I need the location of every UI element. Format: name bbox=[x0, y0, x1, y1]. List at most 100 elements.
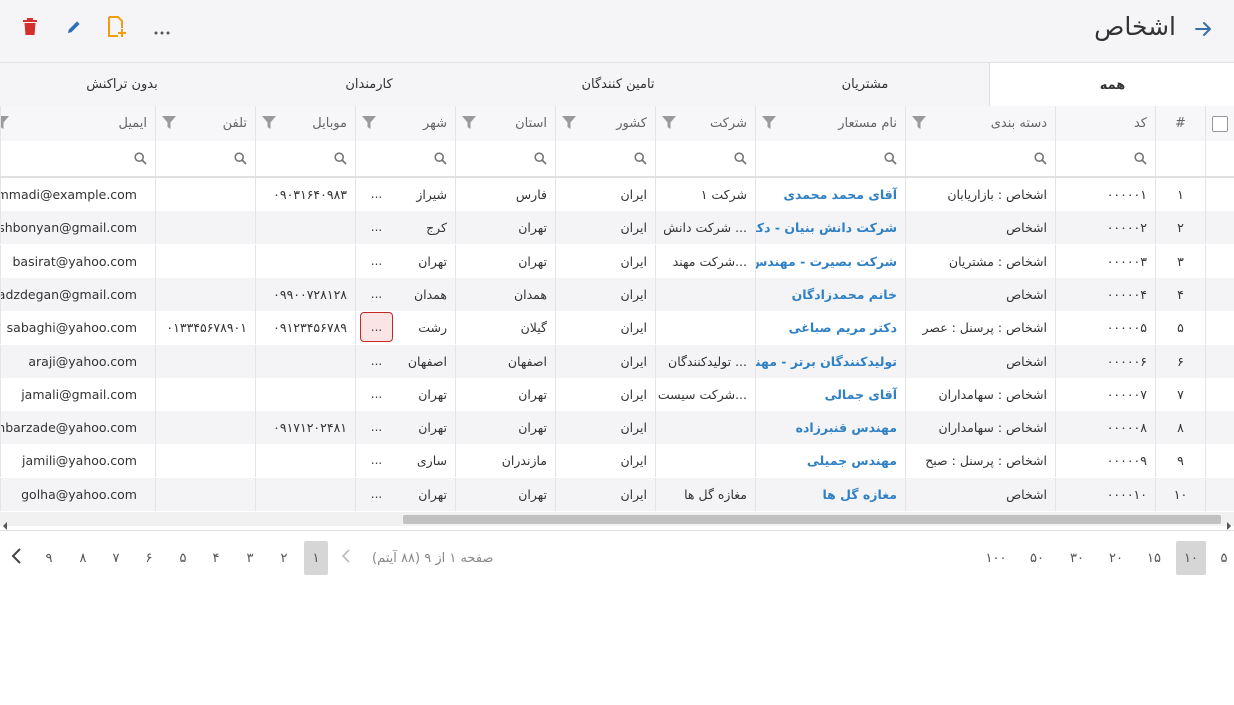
row-select-cell[interactable] bbox=[1205, 377, 1234, 411]
row-select-cell[interactable] bbox=[1205, 178, 1234, 211]
cell-name[interactable]: مهندس جمیلی bbox=[755, 444, 905, 478]
page-size-20[interactable]: ۲۰ bbox=[1104, 541, 1128, 575]
table-row[interactable]: ۲۰۰۰۰۰۲اشخاصشرکت دانش بنیان - دکتر مشرکت… bbox=[0, 211, 1234, 245]
page-1[interactable]: ۱ bbox=[304, 541, 328, 575]
filter-input-email[interactable] bbox=[0, 141, 155, 176]
page-size-10[interactable]: ۱۰ bbox=[1176, 541, 1206, 575]
row-actions-button[interactable]: ... bbox=[360, 445, 393, 475]
tab-no-transaction[interactable]: بدون تراکنش bbox=[0, 63, 244, 106]
funnel-icon[interactable] bbox=[762, 116, 776, 130]
more-button[interactable] bbox=[146, 14, 178, 44]
page-8[interactable]: ۸ bbox=[71, 541, 95, 575]
filter-input-category[interactable] bbox=[905, 141, 1055, 176]
cell-name[interactable]: مغازه گل ها bbox=[755, 477, 905, 511]
funnel-icon[interactable] bbox=[562, 116, 576, 130]
funnel-icon[interactable] bbox=[662, 116, 676, 130]
cell-name[interactable]: خانم محمدزادگان bbox=[755, 277, 905, 311]
row-actions-button[interactable]: ... bbox=[360, 212, 393, 242]
cell-name[interactable]: مهندس قنبرزاده bbox=[755, 411, 905, 445]
page-6[interactable]: ۶ bbox=[137, 541, 161, 575]
filter-input-company[interactable] bbox=[655, 141, 755, 176]
col-header-province[interactable]: استان bbox=[455, 106, 555, 141]
page-size-100[interactable]: ۱۰۰ bbox=[982, 541, 1010, 575]
cell-name[interactable]: آقای محمد محمدی bbox=[755, 178, 905, 211]
row-select-cell[interactable] bbox=[1205, 477, 1234, 511]
filter-input-mobile[interactable] bbox=[255, 141, 355, 176]
col-header-name[interactable]: نام مستعار bbox=[755, 106, 905, 141]
select-all-checkbox[interactable] bbox=[1212, 115, 1228, 132]
col-header-category[interactable]: دسته بندی bbox=[905, 106, 1055, 141]
col-header-mobile[interactable]: موبایل bbox=[255, 106, 355, 141]
page-2[interactable]: ۲ bbox=[272, 541, 296, 575]
row-select-cell[interactable] bbox=[1205, 344, 1234, 378]
page-size-30[interactable]: ۳۰ bbox=[1065, 541, 1089, 575]
row-actions-button[interactable]: ... bbox=[360, 179, 393, 209]
filter-input-phone[interactable] bbox=[155, 141, 255, 176]
row-select-cell[interactable] bbox=[1205, 244, 1234, 278]
filter-input-name[interactable] bbox=[755, 141, 905, 176]
funnel-icon[interactable] bbox=[362, 116, 376, 130]
funnel-icon[interactable] bbox=[162, 116, 176, 130]
table-row[interactable]: ۷ ۰۰۰۰۰۷ اشخاص : سهامداران آقای جمالی شرکت س… bbox=[0, 377, 1234, 411]
tab-suppliers[interactable]: تامین کنندگان bbox=[493, 63, 743, 106]
col-header-email[interactable]: ایمیل bbox=[0, 106, 155, 141]
add-button[interactable] bbox=[101, 14, 133, 44]
select-all-cell[interactable] bbox=[1205, 106, 1234, 141]
table-row[interactable]: ۶۰۰۰۰۰۶اشخاصتولیدکنندگان برتر - مهندستول… bbox=[0, 344, 1234, 378]
page-size-15[interactable]: ۱۵ bbox=[1142, 541, 1166, 575]
row-actions-button[interactable]: ... bbox=[360, 246, 393, 276]
cell-name[interactable]: آقای جمالی bbox=[755, 377, 905, 411]
tab-employees[interactable]: کارمندان bbox=[244, 63, 494, 106]
row-actions-button[interactable]: ... bbox=[360, 312, 393, 343]
table-row[interactable]: ۵ ۰۰۰۰۰۵ اشخاص : پرسنل : عصر دکتر مریم صباغ… bbox=[0, 311, 1234, 345]
cell-name[interactable]: شرکت دانش بنیان - دکتر م bbox=[755, 211, 905, 245]
funnel-icon[interactable] bbox=[1, 116, 9, 130]
page-size-50[interactable]: ۵۰ bbox=[1025, 541, 1049, 575]
back-arrow-icon[interactable] bbox=[1192, 18, 1214, 40]
cell-name[interactable]: دکتر مریم صباغی bbox=[755, 311, 905, 345]
row-actions-button[interactable]: ... bbox=[360, 346, 393, 376]
row-select-cell[interactable] bbox=[1205, 211, 1234, 245]
tab-all[interactable]: همه bbox=[989, 63, 1234, 107]
filter-input-country[interactable] bbox=[555, 141, 655, 176]
tab-customers[interactable]: مشتریان bbox=[740, 63, 990, 106]
col-header-city[interactable]: شهر bbox=[355, 106, 455, 141]
filter-input-province[interactable] bbox=[455, 141, 555, 176]
row-select-cell[interactable] bbox=[1205, 277, 1234, 311]
table-row[interactable]: ۱ ۰۰۰۰۰۱ اشخاص : بازاریابان آقای محمد محمدی… bbox=[0, 178, 1234, 211]
page-9[interactable]: ۹ bbox=[37, 541, 61, 575]
cell-name[interactable]: شرکت بصیرت - مهندس حم bbox=[755, 244, 905, 278]
horizontal-scrollbar[interactable] bbox=[0, 512, 1234, 530]
filter-input-city[interactable] bbox=[355, 141, 455, 176]
table-row[interactable]: ۸ ۰۰۰۰۰۸ اشخاص : سهامداران مهندس قنبرزاده ای… bbox=[0, 411, 1234, 445]
page-size-5[interactable]: ۵ bbox=[1212, 541, 1234, 575]
table-row[interactable]: ۱۰ ۰۰۰۰۱۰ اشخاص مغازه گل ها مغازه گل ها ایران… bbox=[0, 477, 1234, 511]
delete-button[interactable] bbox=[14, 14, 46, 44]
table-row[interactable]: ۹ ۰۰۰۰۰۹ اشخاص : پرسنل : صبح مهندس جمیلی ایر… bbox=[0, 444, 1234, 478]
prev-page-button[interactable] bbox=[334, 541, 358, 575]
page-3[interactable]: ۳ bbox=[238, 541, 262, 575]
filter-input-code[interactable] bbox=[1055, 141, 1155, 176]
cell-name[interactable]: تولیدکنندگان برتر - مهندس bbox=[755, 344, 905, 378]
row-actions-button[interactable]: ... bbox=[360, 379, 393, 409]
funnel-icon[interactable] bbox=[912, 116, 926, 130]
col-header-code[interactable]: کد bbox=[1055, 106, 1155, 141]
next-page-button[interactable] bbox=[4, 541, 28, 575]
row-actions-button[interactable]: ... bbox=[360, 279, 393, 309]
col-header-country[interactable]: کشور bbox=[555, 106, 655, 141]
row-actions-button[interactable]: ... bbox=[360, 412, 393, 442]
funnel-icon[interactable] bbox=[262, 116, 276, 130]
row-select-cell[interactable] bbox=[1205, 444, 1234, 478]
edit-button[interactable] bbox=[58, 14, 90, 44]
page-5[interactable]: ۵ bbox=[171, 541, 195, 575]
funnel-icon[interactable] bbox=[462, 116, 476, 130]
table-row[interactable]: ۳۰۰۰۰۰۳اشخاص : مشتریانشرکت بصیرت - مهندس… bbox=[0, 244, 1234, 278]
scrollbar-thumb[interactable] bbox=[403, 515, 1221, 524]
col-header-company[interactable]: شرکت bbox=[655, 106, 755, 141]
row-actions-button[interactable]: ... bbox=[360, 479, 393, 509]
row-select-cell[interactable] bbox=[1205, 311, 1234, 345]
col-header-phone[interactable]: تلفن bbox=[155, 106, 255, 141]
row-select-cell[interactable] bbox=[1205, 411, 1234, 445]
page-4[interactable]: ۴ bbox=[204, 541, 228, 575]
page-7[interactable]: ۷ bbox=[104, 541, 128, 575]
